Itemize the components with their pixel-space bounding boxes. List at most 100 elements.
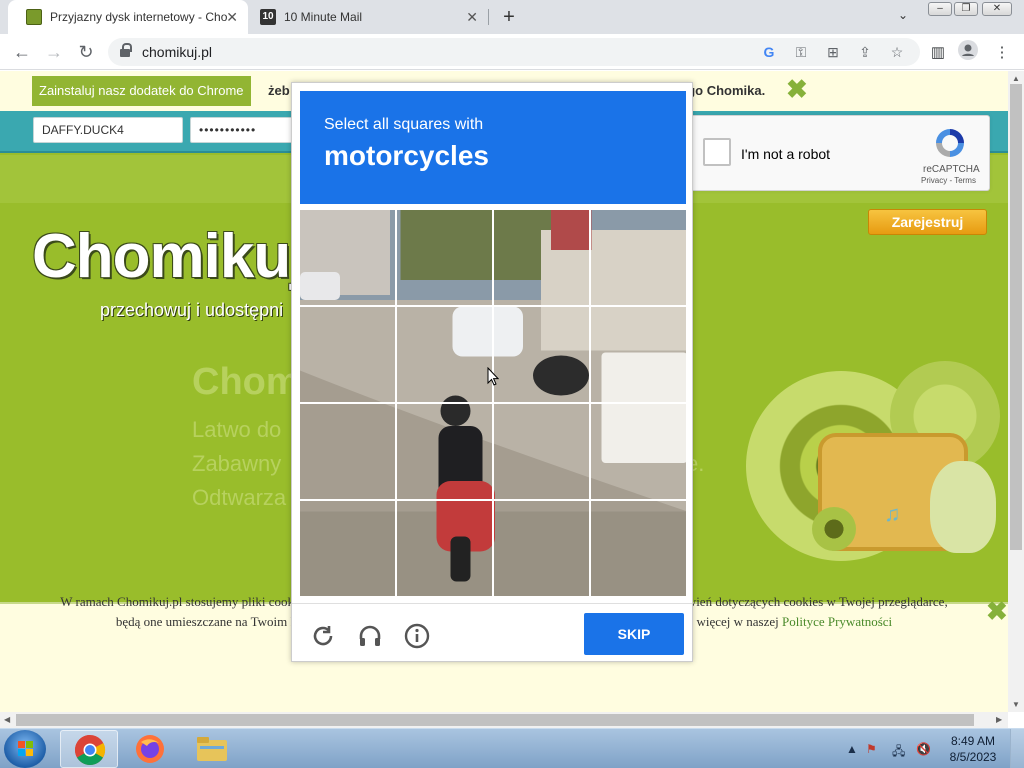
firefox-icon (136, 735, 164, 763)
vertical-scroll-thumb[interactable] (1010, 84, 1022, 550)
skip-button[interactable]: SKIP (584, 613, 684, 655)
scroll-left-arrow-icon[interactable]: ◀ (4, 715, 10, 724)
audio-icon[interactable] (357, 623, 383, 649)
ten-minute-mail-favicon-icon: 10 (260, 9, 276, 25)
translate-icon[interactable]: ⊞ (824, 44, 842, 61)
close-cookie-notice-icon[interactable]: ✖ (986, 596, 1008, 627)
tab-strip: Przyjazny dysk internetowy - Cho ✕ 10 10… (0, 0, 1024, 34)
reload-button[interactable]: ↻ (76, 42, 96, 62)
challenge-tile[interactable] (591, 210, 686, 305)
recaptcha-privacy-terms-links[interactable]: Privacy - Terms (921, 176, 976, 185)
tab-10-minute-mail[interactable]: 10 10 Minute Mail ✕ (250, 0, 488, 34)
username-field[interactable]: DAFFY.DUCK4 (33, 117, 183, 143)
challenge-tile[interactable] (397, 404, 492, 499)
hero-line-3: Odtwarza (192, 485, 287, 510)
scroll-right-arrow-icon[interactable]: ▶ (996, 715, 1002, 724)
challenge-tile[interactable] (591, 307, 686, 402)
taskbar-clock[interactable]: 8:49 AM 8/5/2023 (944, 733, 1002, 765)
address-bar[interactable]: chomikuj.pl G ⚿ ⊞ ⇪ ☆ (108, 38, 920, 66)
tab-title: 10 Minute Mail (284, 10, 363, 24)
challenge-tile[interactable] (397, 501, 492, 596)
bookmark-star-icon[interactable]: ☆ (888, 44, 906, 61)
challenge-tile[interactable] (300, 307, 395, 402)
horizontal-scroll-thumb[interactable] (16, 714, 974, 726)
scroll-up-arrow-icon[interactable]: ▲ (1012, 74, 1020, 83)
url-text[interactable]: chomikuj.pl (142, 44, 212, 60)
windows-logo-icon (18, 741, 33, 756)
mouse-cursor-icon (487, 367, 499, 386)
challenge-tile[interactable] (591, 501, 686, 596)
hero-line-2: Zabawny (192, 451, 282, 476)
hero-heading: Chom (192, 361, 300, 403)
recaptcha-checkbox[interactable] (703, 138, 731, 166)
clock-time: 8:49 AM (950, 734, 996, 748)
hero-line-1: Latwo do (192, 417, 282, 442)
start-button[interactable] (4, 730, 46, 768)
new-tab-button[interactable]: + (498, 6, 520, 29)
minimize-button[interactable]: – (928, 2, 952, 16)
lock-icon[interactable] (120, 43, 132, 57)
google-icon[interactable]: G (760, 44, 778, 60)
reload-icon[interactable] (310, 623, 336, 649)
close-window-button[interactable]: ✕ (982, 2, 1012, 16)
back-button[interactable]: ← (12, 42, 32, 62)
close-tab-icon[interactable]: ✕ (466, 9, 478, 26)
chrome-icon (74, 735, 106, 766)
show-desktop-button[interactable] (1010, 729, 1024, 768)
key-icon[interactable]: ⚿ (792, 44, 810, 61)
close-promo-icon[interactable]: ✖ (786, 75, 808, 103)
challenge-target: motorcycles (324, 140, 489, 171)
close-tab-icon[interactable]: ✕ (226, 9, 238, 26)
challenge-image-grid (300, 210, 686, 596)
profile-avatar[interactable] (958, 40, 978, 64)
tab-title: Przyjazny dysk internetowy - Cho (50, 10, 228, 24)
privacy-policy-link[interactable]: Polityce Prywatności (782, 614, 892, 629)
taskbar-chrome[interactable] (60, 730, 118, 768)
challenge-tile[interactable] (494, 501, 589, 596)
browser-menu-icon[interactable]: ⋮ (992, 43, 1012, 61)
challenge-tile[interactable] (494, 404, 589, 499)
restore-button[interactable]: ❐ (954, 2, 978, 16)
screen: Przyjazny dysk internetowy - Cho ✕ 10 10… (0, 0, 1024, 768)
recaptcha-brand: reCAPTCHA (923, 164, 980, 175)
tagline: przechowuj i udostępni (100, 300, 284, 320)
recaptcha-widget: I'm not a robot reCAPTCHA Privacy - Term… (690, 115, 990, 191)
show-hidden-icons-icon[interactable]: ▲ (846, 742, 858, 756)
scroll-down-arrow-icon[interactable]: ▼ (1012, 700, 1020, 709)
taskbar-file-explorer[interactable] (184, 730, 242, 768)
password-field[interactable]: ••••••••••• (190, 117, 300, 143)
taskbar-firefox[interactable] (122, 730, 180, 768)
register-button[interactable]: Zarejestruj (868, 209, 987, 235)
file-explorer-icon (197, 737, 227, 761)
promo-text-start: żeb (268, 83, 290, 98)
challenge-instruction: Select all squares with (324, 116, 484, 133)
challenge-tile[interactable] (300, 404, 395, 499)
challenge-tile[interactable] (591, 404, 686, 499)
volume-muted-icon[interactable]: 🔇 (916, 742, 931, 756)
challenge-tile[interactable] (300, 501, 395, 596)
tab-search-chevron-icon[interactable]: ⌄ (898, 8, 908, 22)
action-center-icon[interactable]: ⚑ (866, 742, 877, 756)
share-icon[interactable]: ⇪ (856, 44, 874, 61)
recaptcha-label: I'm not a robot (741, 146, 831, 162)
hamster-mascot-graphic (930, 461, 996, 553)
challenge-tile[interactable] (494, 307, 589, 402)
chomikuj-logo[interactable]: Chomikuj. (32, 221, 324, 292)
challenge-footer: SKIP (292, 603, 692, 661)
side-panel-icon[interactable]: ▥ (928, 43, 948, 61)
challenge-tile[interactable] (397, 307, 492, 402)
windows-taskbar: ▲ ⚑ 🖧 🔇 8:49 AM 8/5/2023 (0, 728, 1024, 768)
tab-chomikuj[interactable]: Przyjazny dysk internetowy - Cho ✕ (8, 0, 248, 34)
challenge-tile[interactable] (494, 210, 589, 305)
music-note-icon: ♫ (884, 501, 901, 526)
tab-separator (488, 9, 489, 25)
install-extension-button[interactable]: Zainstaluj nasz dodatek do Chrome (32, 76, 251, 106)
network-icon[interactable]: 🖧 (892, 742, 905, 763)
challenge-tile[interactable] (397, 210, 492, 305)
forward-button[interactable]: → (44, 42, 64, 62)
challenge-tile[interactable] (300, 210, 395, 305)
recaptcha-logo-icon (936, 129, 964, 157)
clock-date: 8/5/2023 (949, 750, 997, 764)
info-icon[interactable] (404, 623, 430, 649)
hamster-favicon-icon (26, 9, 42, 25)
